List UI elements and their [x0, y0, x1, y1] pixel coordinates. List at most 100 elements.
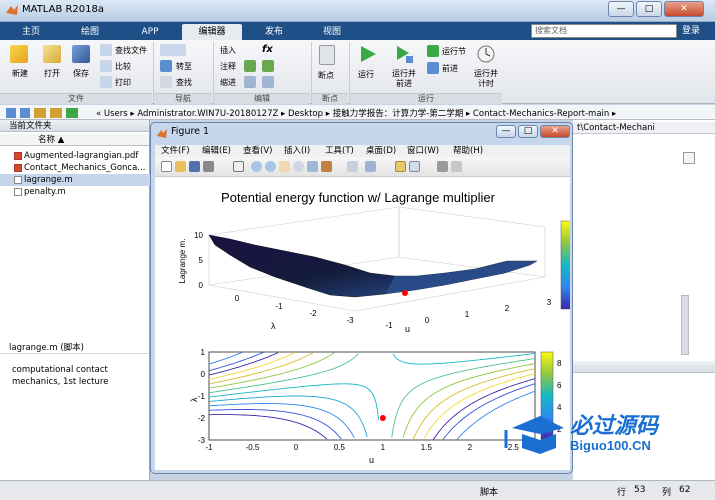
- list-item[interactable]: lagrange.m: [0, 174, 150, 186]
- run-section-button[interactable]: 运行节: [442, 46, 466, 57]
- comment-icon[interactable]: [244, 60, 256, 72]
- compare-button[interactable]: 比较: [115, 61, 131, 72]
- contour-min-point[interactable]: [379, 415, 386, 421]
- name-column-header[interactable]: 名称 ▲: [0, 134, 149, 146]
- print-icon[interactable]: [203, 161, 214, 172]
- figure-maximize-button[interactable]: □: [518, 125, 538, 138]
- find-button[interactable]: 查找: [176, 77, 192, 88]
- colorbar-icon[interactable]: [365, 161, 376, 172]
- details-text: computational contact mechanics, 1st lec…: [12, 365, 109, 387]
- status-mode: 脚本: [480, 488, 499, 498]
- breakpoints-icon[interactable]: [319, 45, 335, 65]
- tab-publish[interactable]: 发布: [248, 24, 300, 40]
- save-icon[interactable]: [189, 161, 200, 172]
- data-cursor-icon[interactable]: [307, 161, 318, 172]
- current-folder-panel: 当前文件夹 名称 ▲ Augmented-lagrangian.pdf Cont…: [0, 120, 150, 342]
- colorbar-toggle-icon[interactable]: [395, 161, 406, 172]
- comment-button[interactable]: 注释: [220, 61, 236, 72]
- find-files-button[interactable]: 查找文件: [115, 45, 147, 56]
- run-time-button[interactable]: 运行并 计时: [474, 69, 498, 89]
- surface-ytick-label: -1: [275, 302, 283, 311]
- surface-chart[interactable]: 0 5 10 -3 -2 -1 0 -1 0 1 2 3 Lagrange m. λ u: [178, 206, 572, 334]
- insert-button[interactable]: 插入: [220, 45, 236, 56]
- dock-icon[interactable]: [451, 161, 462, 172]
- run-advance-button[interactable]: 运行并 前进: [392, 69, 416, 89]
- menu-edit[interactable]: 编辑(E): [202, 145, 231, 157]
- zoom-in-icon[interactable]: [251, 161, 262, 172]
- hide-tools-icon[interactable]: [437, 161, 448, 172]
- open-icon[interactable]: [175, 161, 186, 172]
- advance-icon: [427, 62, 439, 74]
- menu-file[interactable]: 文件(F): [161, 145, 190, 157]
- run-icon[interactable]: [358, 44, 378, 64]
- rotate-icon[interactable]: [293, 161, 304, 172]
- list-item[interactable]: Augmented-lagrangian.pdf: [14, 150, 150, 162]
- tab-editor[interactable]: 编辑器: [182, 24, 242, 40]
- search-input[interactable]: 搜索文档: [531, 24, 677, 38]
- indent-icon[interactable]: [244, 76, 256, 88]
- run-time-icon[interactable]: [476, 44, 496, 64]
- pointer-icon[interactable]: [233, 161, 244, 172]
- close-button[interactable]: ✕: [664, 1, 704, 17]
- surface-min-point[interactable]: [402, 290, 408, 296]
- new-figure-icon[interactable]: [161, 161, 172, 172]
- find-files-icon: [100, 44, 112, 56]
- list-item[interactable]: penalty.m: [14, 186, 150, 198]
- open-folder-icon[interactable]: [43, 45, 61, 63]
- details-title: lagrange.m (脚本): [0, 342, 149, 354]
- tab-home[interactable]: 主页: [8, 24, 54, 40]
- tab-plots[interactable]: 绘图: [64, 24, 116, 40]
- tab-view[interactable]: 视图: [306, 24, 358, 40]
- legend-icon[interactable]: [409, 161, 420, 172]
- figure-close-button[interactable]: ✕: [540, 125, 570, 138]
- breakpoints-button[interactable]: 断点: [318, 70, 334, 81]
- surface-ytick-label: -3: [346, 316, 354, 325]
- new-button[interactable]: 新建: [12, 68, 28, 79]
- run-button[interactable]: 运行: [358, 69, 374, 80]
- advance-button[interactable]: 前进: [442, 63, 458, 74]
- outdent-icon[interactable]: [262, 76, 274, 88]
- save-button[interactable]: 保存: [73, 68, 89, 79]
- watermark-text: 必过源码: [570, 413, 659, 438]
- goto-button[interactable]: 转至: [176, 61, 192, 72]
- zoom-out-icon[interactable]: [265, 161, 276, 172]
- open-button[interactable]: 打开: [44, 68, 60, 79]
- current-folder-title: 当前文件夹: [0, 120, 149, 132]
- editor-scrollbar[interactable]: [681, 295, 689, 355]
- figure-minimize-button[interactable]: —: [496, 125, 516, 138]
- run-advance-icon[interactable]: [394, 44, 414, 64]
- surface-xlabel: u: [405, 324, 410, 334]
- run-section-icon: [427, 45, 439, 57]
- current-path[interactable]: « Users ▸ Administrator.WIN7U-20180127Z …: [96, 107, 616, 119]
- menu-view[interactable]: 查看(V): [243, 145, 272, 157]
- menu-window[interactable]: 窗口(W): [407, 145, 439, 157]
- list-item[interactable]: Contact_Mechanics_Gonca...: [14, 162, 150, 174]
- tab-apps[interactable]: APP: [124, 24, 176, 40]
- print-button[interactable]: 打印: [115, 77, 131, 88]
- login-link[interactable]: 登录: [682, 24, 700, 38]
- menu-desktop[interactable]: 桌面(D): [366, 145, 396, 157]
- uncomment-icon[interactable]: [262, 60, 274, 72]
- menu-tools[interactable]: 工具(T): [325, 145, 354, 157]
- surface-colorbar[interactable]: [560, 220, 572, 310]
- maximize-button[interactable]: □: [636, 1, 662, 17]
- path-nav-icons[interactable]: [6, 108, 86, 118]
- figure-title: Figure 1: [171, 126, 210, 137]
- contour-xtick-label: -1: [205, 443, 213, 452]
- save-icon[interactable]: [72, 45, 90, 63]
- menu-insert[interactable]: 插入(I): [284, 145, 310, 157]
- link-icon[interactable]: [347, 161, 358, 172]
- new-file-icon[interactable]: [10, 45, 28, 63]
- title-bar: MATLAB R2018a — □ ✕: [0, 0, 715, 22]
- goto-icon: [160, 60, 172, 72]
- indent-button[interactable]: 缩进: [220, 77, 236, 88]
- menu-help[interactable]: 帮助(H): [453, 145, 483, 157]
- brush-icon[interactable]: [321, 161, 332, 172]
- pan-icon[interactable]: [279, 161, 290, 172]
- back-forward-icon[interactable]: [160, 44, 186, 56]
- surface-xtick-label: 0: [425, 316, 430, 325]
- editor-collapse-icon[interactable]: [683, 152, 695, 164]
- surface-xtick-label: 2: [505, 304, 510, 313]
- minimize-button[interactable]: —: [608, 1, 634, 17]
- fx-button[interactable]: fx: [262, 44, 273, 55]
